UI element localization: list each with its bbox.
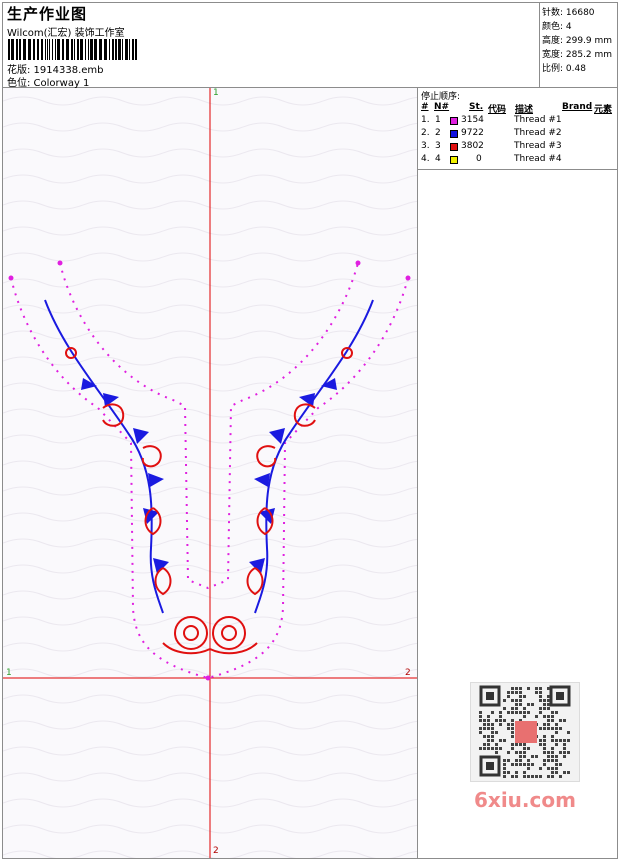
color-swatch xyxy=(450,143,458,151)
company-name: Wilcom(汇宏) 装饰工作室 xyxy=(7,28,125,39)
row-num: 3. xyxy=(421,141,430,151)
row-num: 2. xyxy=(421,128,430,138)
design-scale: 比例: 0.48 xyxy=(542,64,586,74)
design-canvas[interactable]: 1 1 2 2 xyxy=(3,88,418,858)
stitch-count: 针数: 16680 xyxy=(542,8,595,18)
table-row: 2. 2 9722 Thread #2 xyxy=(418,128,618,141)
axis-label-right: 2 xyxy=(405,668,411,678)
row-needle: 1 xyxy=(435,115,441,125)
row-description: Thread #2 xyxy=(514,128,562,138)
page-title: 生产作业图 xyxy=(7,5,88,23)
embroidery-preview xyxy=(3,88,417,858)
design-width: 宽度: 285.2 mm xyxy=(542,50,613,60)
table-row: 4. 4 0 Thread #4 xyxy=(418,154,618,167)
watermark-text: 6xiu.com xyxy=(474,788,576,812)
col-header-num: # xyxy=(421,102,429,112)
colorway-label: 色位: Colorway 1 xyxy=(7,78,90,89)
col-header-desc: 描述 xyxy=(515,105,534,115)
col-header-st: St. xyxy=(469,102,484,112)
stop-sequence-title: 停止顺序: xyxy=(421,92,461,102)
design-height: 高度: 299.9 mm xyxy=(542,36,613,46)
stop-sequence-table: 停止顺序: # N# St. 代码 描述 Brand 元素 1. 1 3154 … xyxy=(418,88,618,170)
color-swatch xyxy=(450,117,458,125)
row-num: 1. xyxy=(421,115,430,125)
header-panel: 生产作业图 Wilcom(汇宏) 装饰工作室 花版: 1914338.emb 色… xyxy=(2,2,540,89)
qr-code-image xyxy=(470,682,580,782)
row-description: Thread #1 xyxy=(514,115,562,125)
stats-panel: 针数: 16680 颜色: 4 高度: 299.9 mm 宽度: 285.2 m… xyxy=(540,2,618,88)
barcode-image xyxy=(8,39,137,60)
row-stitches: 3154 xyxy=(461,115,484,125)
color-swatch xyxy=(450,130,458,138)
row-stitches: 9722 xyxy=(461,128,484,138)
row-stitches: 3802 xyxy=(461,141,484,151)
col-header-n: N# xyxy=(434,102,450,112)
color-swatch xyxy=(450,156,458,164)
col-header-brand: Brand xyxy=(562,102,593,112)
row-needle: 3 xyxy=(435,141,441,151)
row-needle: 4 xyxy=(435,154,441,164)
row-stitches: 0 xyxy=(476,154,482,164)
row-needle: 2 xyxy=(435,128,441,138)
axis-label-bottom: 2 xyxy=(213,846,219,856)
row-description: Thread #4 xyxy=(514,154,562,164)
axis-label-left: 1 xyxy=(6,668,12,678)
table-row: 1. 1 3154 Thread #1 xyxy=(418,115,618,128)
row-description: Thread #3 xyxy=(514,141,562,151)
col-header-element: 元素 xyxy=(594,105,613,115)
axis-label-top: 1 xyxy=(213,88,219,98)
row-num: 4. xyxy=(421,154,430,164)
color-count: 颜色: 4 xyxy=(542,22,572,32)
table-row: 3. 3 3802 Thread #3 xyxy=(418,141,618,154)
col-header-code: 代码 xyxy=(488,105,507,115)
